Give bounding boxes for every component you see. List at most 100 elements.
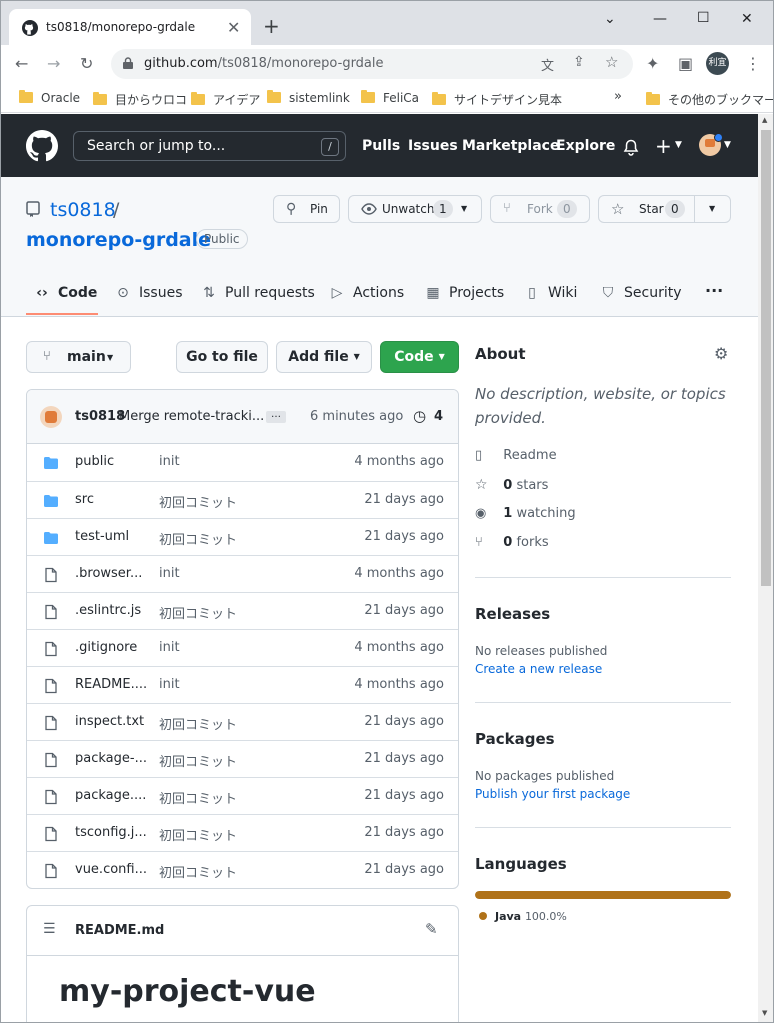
minimize-icon[interactable]: — xyxy=(653,11,667,27)
create-new-plus-icon[interactable]: + xyxy=(655,134,672,158)
tab-security[interactable]: ⛉ Security xyxy=(600,285,682,301)
file-row[interactable]: .eslintrc.js 初回コミット 21 days ago xyxy=(27,592,458,629)
more-bookmarks-icon[interactable]: » xyxy=(614,89,622,104)
github-logo-icon[interactable] xyxy=(26,130,58,162)
chevron-down-icon[interactable]: ▼ xyxy=(724,140,731,150)
file-commit-message[interactable]: 初回コミット xyxy=(159,603,237,622)
commit-message[interactable]: Merge remote-tracki... xyxy=(119,409,264,424)
address-bar[interactable]: github.com/ts0818/monorepo-grdale 文 ⇪ ☆ xyxy=(111,49,633,79)
file-row[interactable]: README.... init 4 months ago xyxy=(27,666,458,703)
new-tab-icon[interactable]: + xyxy=(263,16,280,36)
file-row[interactable]: package.... 初回コミット 21 days ago xyxy=(27,777,458,814)
tab-code[interactable]: ‹› Code xyxy=(34,285,97,301)
publish-package-link[interactable]: Publish your first package xyxy=(475,787,630,801)
page-scrollbar[interactable]: ▲ ▼ xyxy=(758,114,773,1022)
file-row[interactable]: .gitignore init 4 months ago xyxy=(27,629,458,666)
watching-link[interactable]: ◉ 1 watching xyxy=(475,506,576,521)
bookmark-item[interactable]: sistemlink xyxy=(267,90,350,105)
file-name[interactable]: README.... xyxy=(75,677,147,692)
pin-button[interactable]: ⚲ Pin xyxy=(273,195,340,223)
tab-actions[interactable]: ▷ Actions xyxy=(329,285,405,301)
file-commit-message[interactable]: 初回コミット xyxy=(159,714,237,733)
stars-link[interactable]: ☆ 0 stars xyxy=(475,477,548,493)
branch-selector[interactable]: ⑂ main ▼ xyxy=(26,341,131,373)
bookmark-item[interactable]: アイデア xyxy=(191,91,260,108)
file-row[interactable]: package-... 初回コミット 21 days ago xyxy=(27,740,458,777)
file-commit-message[interactable]: init xyxy=(159,677,180,692)
file-commit-message[interactable]: 初回コミット xyxy=(159,492,237,511)
tab-search-icon[interactable]: ⌄ xyxy=(604,11,616,27)
extensions-icon[interactable]: ✦ xyxy=(646,55,659,73)
file-name[interactable]: package-... xyxy=(75,751,147,766)
file-name[interactable]: .eslintrc.js xyxy=(75,603,141,618)
tab-projects[interactable]: ▦ Projects xyxy=(425,285,504,301)
profile-avatar[interactable]: 利宜 xyxy=(706,52,729,75)
bookmark-star-icon[interactable]: ☆ xyxy=(605,53,618,71)
browser-tab[interactable]: ts0818/monorepo-grdale ✕ xyxy=(9,9,251,45)
bookmark-item[interactable]: サイトデザイン見本 xyxy=(432,91,562,108)
scroll-down-icon[interactable]: ▼ xyxy=(762,1009,767,1017)
commit-author[interactable]: ts0818 xyxy=(75,409,125,424)
tab-issues[interactable]: ⊙ Issues xyxy=(115,285,182,301)
gear-icon[interactable]: ⚙ xyxy=(714,344,728,363)
file-commit-message[interactable]: init xyxy=(159,640,180,655)
list-icon[interactable]: ☰ xyxy=(43,921,56,937)
bookmark-item[interactable]: FeliCa xyxy=(361,90,419,105)
nav-explore[interactable]: Explore xyxy=(556,138,615,154)
author-avatar[interactable] xyxy=(40,406,62,428)
releases-title[interactable]: Releases xyxy=(475,605,550,623)
file-row[interactable]: vue.confi... 初回コミット 21 days ago xyxy=(27,851,458,888)
file-commit-message[interactable]: 初回コミット xyxy=(159,862,237,881)
side-panel-icon[interactable]: ▣ xyxy=(678,55,693,73)
file-name[interactable]: inspect.txt xyxy=(75,714,144,729)
file-commit-message[interactable]: 初回コミット xyxy=(159,751,237,770)
maximize-icon[interactable]: ☐ xyxy=(697,10,710,26)
repo-name-link[interactable]: monorepo-grdale xyxy=(26,229,211,251)
file-name[interactable]: tsconfig.j... xyxy=(75,825,147,840)
bookmark-item[interactable]: 目からウロコ xyxy=(93,91,187,108)
file-row[interactable]: inspect.txt 初回コミット 21 days ago xyxy=(27,703,458,740)
file-name[interactable]: src xyxy=(75,492,94,507)
close-window-icon[interactable]: ✕ xyxy=(741,11,753,27)
code-button[interactable]: Code ▼ xyxy=(380,341,459,373)
file-commit-message[interactable]: init xyxy=(159,454,180,469)
file-name[interactable]: package.... xyxy=(75,788,146,803)
file-name[interactable]: test-uml xyxy=(75,529,129,544)
chevron-down-icon[interactable]: ▼ xyxy=(675,140,682,150)
other-bookmarks[interactable]: その他のブックマーク xyxy=(646,91,773,108)
commit-time[interactable]: 6 minutes ago xyxy=(310,409,403,424)
nav-marketplace[interactable]: Marketplace xyxy=(462,138,559,154)
bookmark-item[interactable]: Oracle xyxy=(19,90,80,105)
file-name[interactable]: .gitignore xyxy=(75,640,137,655)
share-icon[interactable]: ⇪ xyxy=(573,54,585,70)
star-button[interactable]: ☆ Star 0 ▼ xyxy=(598,195,731,223)
scroll-up-icon[interactable]: ▲ xyxy=(762,116,767,124)
file-row[interactable]: tsconfig.j... 初回コミット 21 days ago xyxy=(27,814,458,851)
file-commit-message[interactable]: init xyxy=(159,566,180,581)
file-name[interactable]: vue.confi... xyxy=(75,862,147,877)
file-row[interactable]: src 初回コミット 21 days ago xyxy=(27,481,458,518)
star-dropdown-chevron-icon[interactable]: ▼ xyxy=(709,196,715,222)
packages-title[interactable]: Packages xyxy=(475,730,555,748)
fork-button[interactable]: ⑂ Fork 0 xyxy=(490,195,590,223)
tab-wiki[interactable]: ▯ Wiki xyxy=(524,285,577,301)
forks-link[interactable]: ⑂ 0 forks xyxy=(475,535,549,550)
file-name[interactable]: public xyxy=(75,454,114,469)
file-name[interactable]: .browser... xyxy=(75,566,142,581)
nav-issues[interactable]: Issues xyxy=(408,138,458,154)
repo-owner-link[interactable]: ts0818 xyxy=(50,199,116,221)
search-input[interactable]: Search or jump to... / xyxy=(73,131,346,161)
notifications-bell-icon[interactable] xyxy=(623,139,639,156)
forward-icon[interactable]: → xyxy=(47,55,60,73)
commit-count[interactable]: 4 xyxy=(434,409,443,424)
more-tabs-icon[interactable]: ··· xyxy=(705,281,723,300)
back-icon[interactable]: ← xyxy=(15,55,28,73)
add-file-button[interactable]: Add file ▼ xyxy=(276,341,372,373)
tab-pull-requests[interactable]: ⇅ Pull requests xyxy=(201,285,315,301)
history-clock-icon[interactable]: ◷ xyxy=(413,407,426,425)
file-row[interactable]: test-uml 初回コミット 21 days ago xyxy=(27,518,458,555)
unwatch-button[interactable]: Unwatch 1 ▼ xyxy=(348,195,482,223)
create-release-link[interactable]: Create a new release xyxy=(475,662,602,676)
file-commit-message[interactable]: 初回コミット xyxy=(159,529,237,548)
readme-link[interactable]: ▯ Readme xyxy=(475,448,557,463)
